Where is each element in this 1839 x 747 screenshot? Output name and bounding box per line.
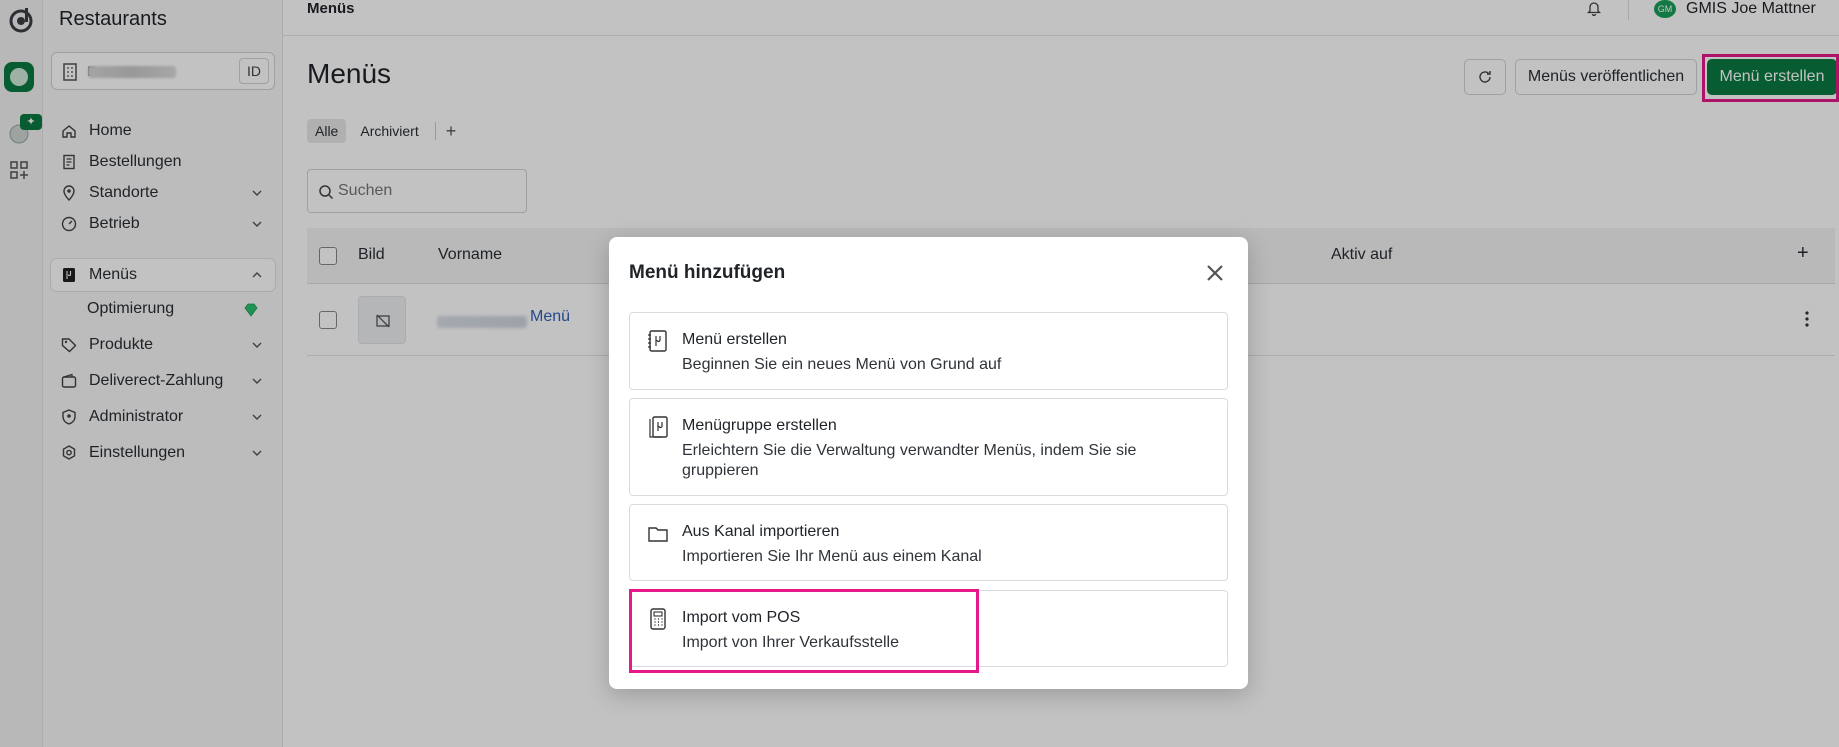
option-title: Aus Kanal importieren [682, 523, 840, 540]
option-title: Menügruppe erstellen [682, 417, 837, 434]
folder-icon [648, 527, 668, 542]
option-create-menu[interactable]: Menü erstellen Beginnen Sie ein neues Me… [629, 312, 1228, 390]
menu-group-icon [649, 416, 668, 438]
option-description: Erleichtern Sie die Verwaltung verwandte… [682, 442, 1137, 479]
option-description: Importieren Sie Ihr Menü aus einem Kanal [682, 548, 982, 565]
dialog-title: Menü hinzufügen [629, 262, 786, 283]
close-icon[interactable] [1203, 261, 1227, 285]
option-description: Beginnen Sie ein neues Menü von Grund au… [682, 356, 1002, 373]
option-title: Menü erstellen [682, 331, 787, 348]
highlight-import-pos-option [629, 589, 979, 673]
option-import-from-channel[interactable]: Aus Kanal importieren Importieren Sie Ih… [629, 504, 1228, 581]
menu-book-icon [648, 330, 667, 352]
option-create-menu-group[interactable]: Menügruppe erstellen Erleichtern Sie die… [629, 398, 1228, 496]
